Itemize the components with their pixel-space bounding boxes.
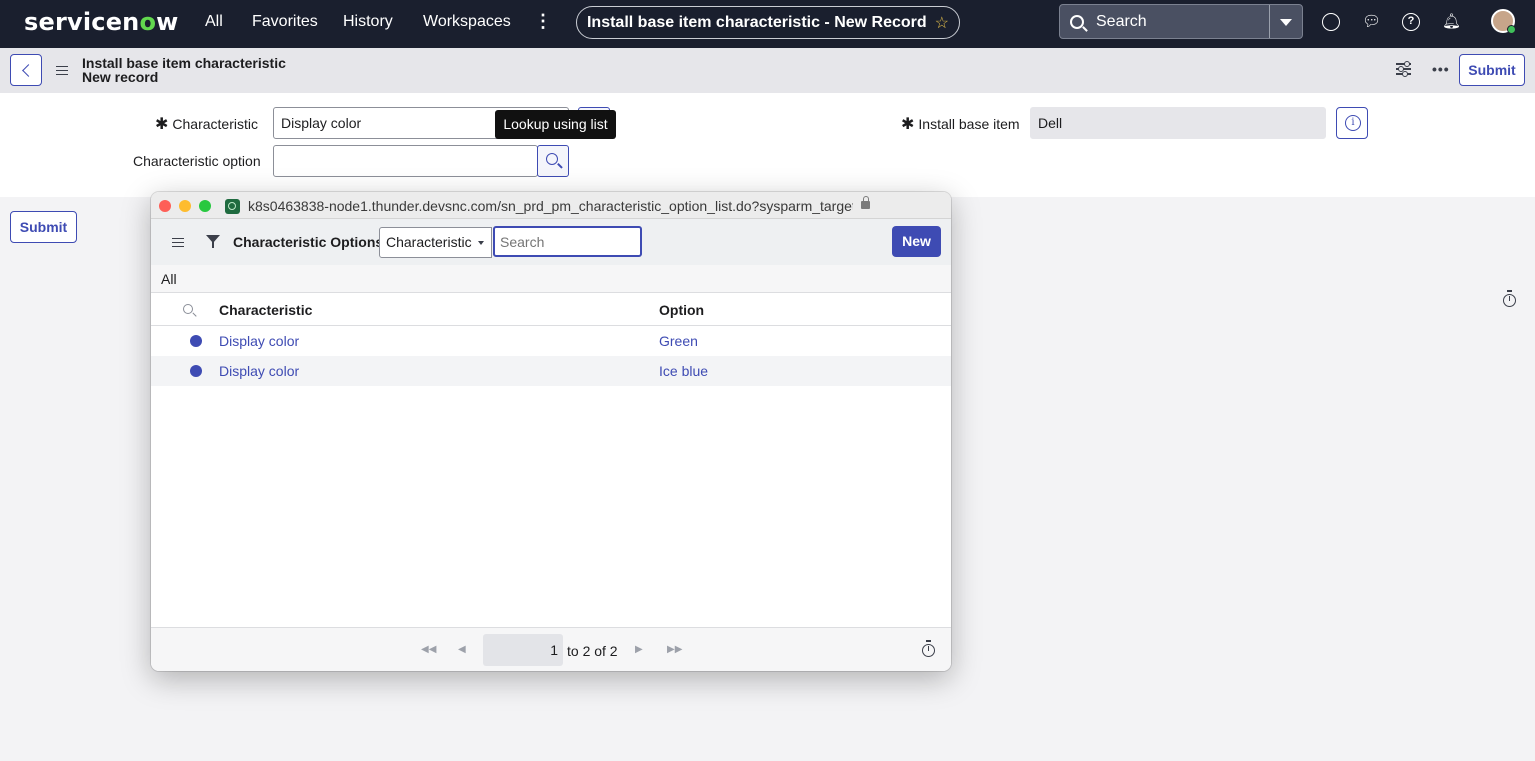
row-characteristic-link[interactable]: Display color bbox=[219, 333, 299, 349]
chevron-down-icon bbox=[478, 241, 484, 245]
global-search-placeholder: Search bbox=[1096, 12, 1147, 30]
search-icon bbox=[1070, 14, 1084, 29]
record-preview-icon[interactable] bbox=[190, 365, 202, 377]
context-title: Install base item characteristic - New R… bbox=[586, 13, 927, 31]
popup-url: k8s0463838-node1.thunder.devsnc.com/sn_p… bbox=[248, 198, 853, 214]
first-page-icon[interactable]: ◀◀ bbox=[421, 644, 436, 655]
globe-icon[interactable] bbox=[1322, 13, 1340, 31]
characteristic-label: ✱ Characteristic bbox=[155, 116, 258, 133]
search-field-select[interactable]: Characteristic bbox=[379, 227, 492, 258]
table-row[interactable]: Display color Green bbox=[151, 326, 951, 356]
more-menu-icon[interactable]: ⋮ bbox=[534, 11, 552, 32]
nav-workspaces[interactable]: Workspaces bbox=[423, 13, 511, 31]
header-submit-button[interactable]: Submit bbox=[1459, 54, 1525, 86]
minimize-window-icon[interactable] bbox=[179, 200, 191, 212]
form-menu-icon[interactable] bbox=[56, 66, 68, 75]
top-nav: servicenow All Favorites History Workspa… bbox=[0, 0, 1535, 48]
record-title-status: New record bbox=[82, 69, 159, 85]
lock-icon bbox=[861, 196, 870, 209]
list-toolbar: Characteristic Options Characteristic Ne… bbox=[151, 219, 951, 265]
search-scope-dropdown-icon[interactable] bbox=[1280, 19, 1292, 26]
list-search-input[interactable] bbox=[493, 226, 642, 257]
page-number-input[interactable]: 1 bbox=[483, 634, 563, 666]
more-options-icon[interactable]: ••• bbox=[1432, 61, 1450, 77]
row-option-link[interactable]: Ice blue bbox=[659, 363, 708, 379]
site-favicon-icon bbox=[225, 199, 240, 214]
new-button[interactable]: New bbox=[892, 226, 941, 257]
install-base-item-field: Dell bbox=[1030, 107, 1326, 139]
required-icon: ✱ bbox=[901, 116, 915, 133]
column-header-option[interactable]: Option bbox=[659, 302, 704, 318]
characteristic-option-field[interactable] bbox=[273, 145, 538, 177]
nav-all[interactable]: All bbox=[205, 13, 223, 31]
user-avatar[interactable] bbox=[1491, 9, 1516, 34]
popup-titlebar: k8s0463838-node1.thunder.devsnc.com/sn_p… bbox=[151, 192, 951, 219]
pagination-bar: ◀◀ ◀ 1 to 2 of 2 ▶ ▶▶ bbox=[151, 627, 951, 671]
star-icon[interactable]: ☆ bbox=[935, 13, 949, 33]
list-menu-icon[interactable] bbox=[172, 238, 184, 247]
form-submit-button[interactable]: Submit bbox=[10, 211, 77, 243]
help-icon[interactable]: ? bbox=[1402, 13, 1420, 31]
previous-page-icon[interactable]: ◀ bbox=[458, 644, 466, 655]
response-time-icon[interactable] bbox=[922, 640, 935, 657]
last-page-icon[interactable]: ▶▶ bbox=[667, 644, 682, 655]
next-page-icon[interactable]: ▶ bbox=[635, 644, 643, 655]
install-base-item-label: ✱ Install base item bbox=[901, 116, 1020, 133]
presence-indicator bbox=[1507, 25, 1516, 34]
record-header: Install base item characteristic New rec… bbox=[0, 48, 1535, 93]
zoom-window-icon[interactable] bbox=[199, 200, 211, 212]
back-button[interactable] bbox=[10, 54, 42, 86]
characteristic-option-lookup-button[interactable] bbox=[537, 145, 569, 177]
bell-icon[interactable]: 🔔︎ bbox=[1442, 13, 1461, 31]
info-icon[interactable] bbox=[1336, 107, 1368, 139]
lookup-tooltip: Lookup using list bbox=[495, 110, 616, 139]
lookup-popup-window: k8s0463838-node1.thunder.devsnc.com/sn_p… bbox=[151, 192, 951, 671]
record-title: Install base item characteristic New rec… bbox=[82, 56, 286, 84]
response-time-icon[interactable] bbox=[1503, 290, 1516, 307]
global-search[interactable]: Search bbox=[1059, 4, 1303, 39]
servicenow-logo[interactable]: servicenow bbox=[24, 8, 179, 36]
personalize-form-icon[interactable] bbox=[1396, 61, 1411, 76]
list-title: Characteristic Options bbox=[233, 234, 384, 250]
search-icon bbox=[546, 153, 558, 165]
chat-icon[interactable]: 💬︎ bbox=[1362, 13, 1381, 31]
breadcrumb[interactable]: All bbox=[151, 265, 951, 293]
required-icon: ✱ bbox=[155, 116, 169, 133]
nav-favorites[interactable]: Favorites bbox=[252, 13, 318, 31]
context-title-pill[interactable]: Install base item characteristic - New R… bbox=[576, 6, 960, 39]
record-preview-icon[interactable] bbox=[190, 335, 202, 347]
characteristic-option-label: Characteristic option bbox=[133, 153, 261, 169]
row-characteristic-link[interactable]: Display color bbox=[219, 363, 299, 379]
row-option-link[interactable]: Green bbox=[659, 333, 698, 349]
record-title-table: Install base item characteristic bbox=[82, 55, 286, 71]
table-header: Characteristic Option bbox=[151, 293, 951, 326]
filter-icon[interactable] bbox=[206, 235, 220, 248]
column-search-icon[interactable] bbox=[183, 304, 193, 314]
column-header-characteristic[interactable]: Characteristic bbox=[219, 302, 312, 318]
close-window-icon[interactable] bbox=[159, 200, 171, 212]
nav-history[interactable]: History bbox=[343, 13, 393, 31]
page-range-text: to 2 of 2 bbox=[567, 643, 618, 659]
table-row[interactable]: Display color Ice blue bbox=[151, 356, 951, 386]
